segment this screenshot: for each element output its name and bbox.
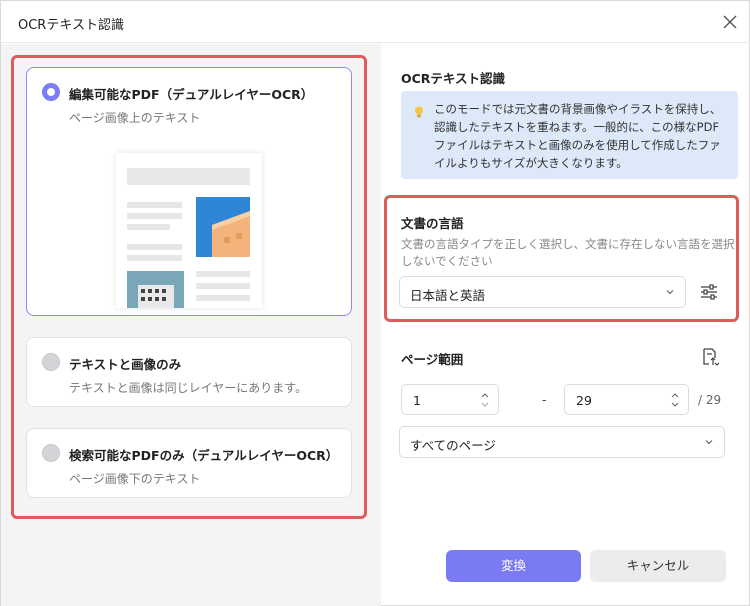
option-subtitle: ページ画像下のテキスト	[69, 472, 201, 486]
page-range-heading: ページ範囲	[401, 352, 464, 367]
page-to-input[interactable]: 29	[564, 384, 689, 415]
settings-panel: OCRテキスト認識 このモードでは元文書の背景画像やイラストを保持し、認識したテ…	[382, 44, 750, 606]
option-subtitle: ページ画像上のテキスト	[69, 111, 201, 125]
info-text: このモードでは元文書の背景画像やイラストを保持し、認識したテキストを重ねます。一…	[434, 102, 722, 170]
option-title: 検索可能なPDFのみ（デュアルレイヤーOCR）	[69, 448, 339, 463]
language-select-value: 日本語と英語	[410, 288, 486, 303]
close-icon[interactable]	[719, 11, 741, 33]
lightbulb-icon	[415, 106, 423, 118]
convert-button[interactable]: 変換	[446, 550, 581, 582]
info-box: このモードでは元文書の背景画像やイラストを保持し、認識したテキストを重ねます。一…	[401, 91, 738, 179]
language-heading: 文書の言語	[401, 216, 464, 231]
cancel-button[interactable]: キャンセル	[590, 550, 726, 582]
radio-searchable-pdf[interactable]	[42, 444, 60, 462]
option-title: 編集可能なPDF（デュアルレイヤーOCR）	[69, 87, 314, 102]
page-from-value: 1	[413, 393, 421, 408]
page-range-separator: -	[542, 392, 547, 407]
chevron-down-icon	[705, 440, 713, 445]
stepper-arrows-icon[interactable]	[670, 390, 680, 410]
option-searchable-pdf[interactable]: 検索可能なPDFのみ（デュアルレイヤーOCR） ページ画像下のテキスト	[26, 428, 352, 498]
page-range-picker-icon[interactable]	[700, 347, 720, 367]
page-to-value: 29	[576, 393, 592, 408]
radio-text-and-image[interactable]	[42, 353, 60, 371]
language-settings-icon[interactable]	[699, 282, 719, 302]
option-text-and-image[interactable]: テキストと画像のみ テキストと画像は同じレイヤーにあります。	[26, 337, 352, 407]
page-scope-select[interactable]: すべてのページ	[399, 426, 725, 458]
dialog-title: OCRテキスト認識	[18, 18, 124, 33]
page-scope-value: すべてのページ	[410, 438, 496, 453]
stepper-arrows-icon[interactable]	[480, 390, 490, 410]
option-subtitle: テキストと画像は同じレイヤーにあります。	[69, 381, 308, 395]
option-title: テキストと画像のみ	[69, 357, 182, 372]
radio-editable-pdf[interactable]	[42, 83, 60, 101]
info-heading: OCRテキスト認識	[401, 71, 506, 86]
document-preview-illustration	[116, 153, 262, 308]
page-total: / 29	[698, 393, 722, 407]
chevron-down-icon	[666, 290, 674, 295]
title-bar: OCRテキスト認識	[1, 1, 750, 43]
ocr-dialog: OCRテキスト認識 編集可能なPDF（デュアルレイヤーOCR） ページ画像上のテ…	[0, 0, 750, 606]
language-description: 文書の言語タイプを正しく選択し、文書に存在しない言語を選択しないでください	[401, 237, 735, 268]
option-editable-pdf[interactable]: 編集可能なPDF（デュアルレイヤーOCR） ページ画像上のテキスト	[26, 67, 352, 316]
page-from-input[interactable]: 1	[401, 384, 499, 415]
language-select[interactable]: 日本語と英語	[399, 276, 686, 308]
